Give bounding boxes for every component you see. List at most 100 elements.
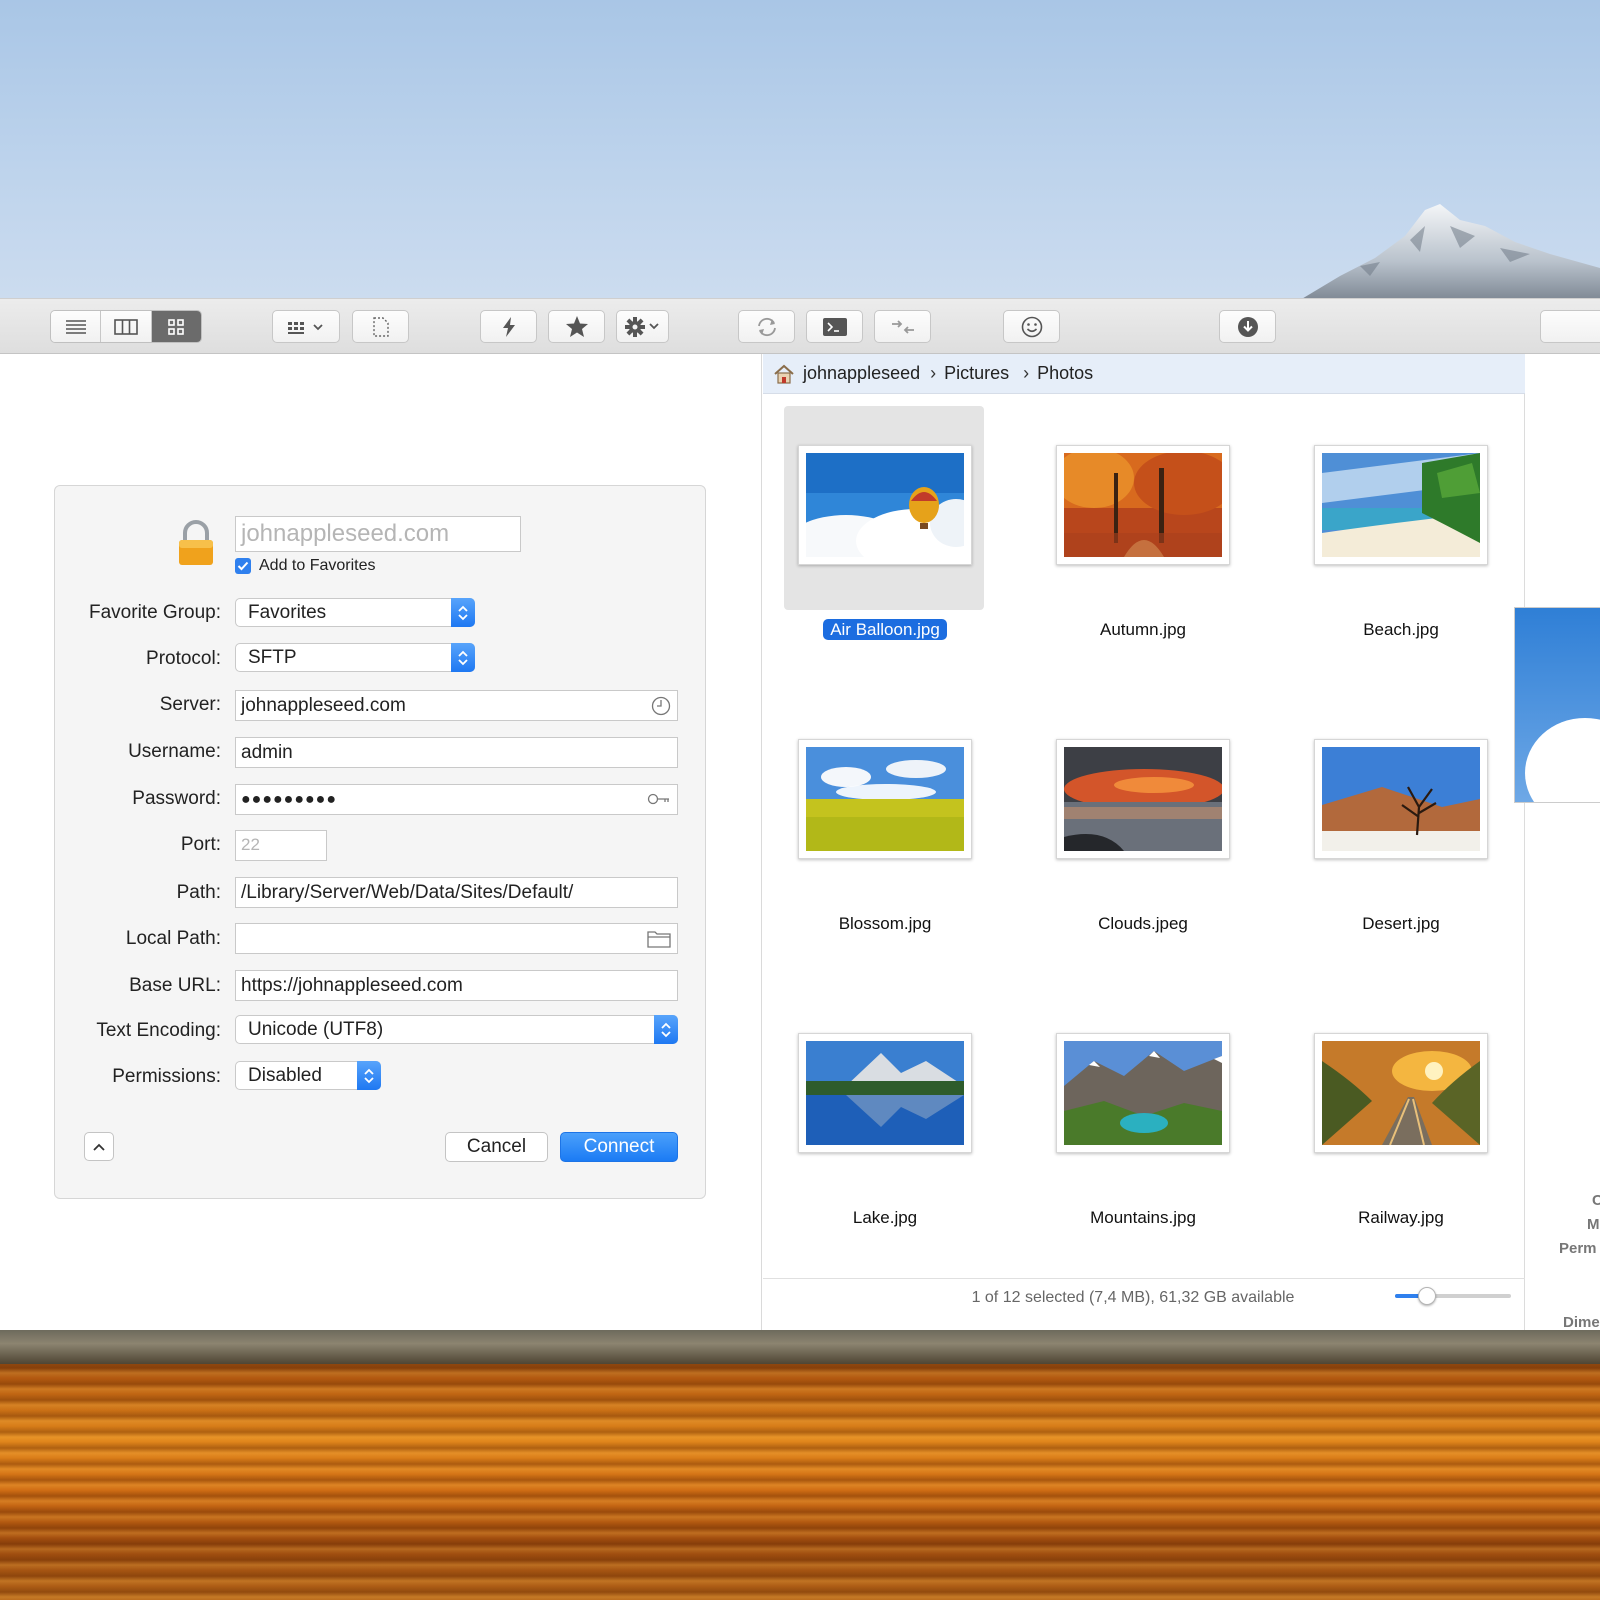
- popup-stepper-icon: [654, 1015, 678, 1044]
- terminal-button[interactable]: [806, 310, 863, 343]
- base-url-label: Base URL:: [129, 975, 221, 996]
- file-item-desert[interactable]: [1300, 700, 1500, 860]
- cancel-button[interactable]: Cancel: [445, 1132, 548, 1162]
- server-field[interactable]: johnappleseed.com: [235, 690, 678, 721]
- breadcrumb-item-photos[interactable]: Photos: [1037, 363, 1093, 384]
- refresh-button[interactable]: [738, 310, 795, 343]
- breadcrumb-item-pictures[interactable]: Pictures: [944, 363, 1009, 384]
- status-bar: 1 of 12 selected (7,4 MB), 61,32 GB avai…: [763, 1278, 1525, 1330]
- zoom-slider-knob[interactable]: [1418, 1287, 1437, 1305]
- popup-stepper-icon: [451, 598, 475, 627]
- protocol-popup[interactable]: SFTP: [235, 643, 475, 672]
- checkbox-checked-icon: [235, 558, 251, 574]
- grid-arrange-icon: [288, 321, 323, 334]
- document-icon: [372, 316, 389, 337]
- favorite-group-popup[interactable]: Favorites: [235, 598, 475, 627]
- key-icon[interactable]: [647, 791, 671, 807]
- new-file-button[interactable]: [352, 310, 409, 343]
- icon-view-icon: [168, 318, 185, 335]
- toolbar-search-field[interactable]: [1540, 310, 1600, 343]
- path-field[interactable]: /Library/Server/Web/Data/Sites/Default/: [235, 877, 678, 908]
- permissions-value: Disabled: [248, 1065, 322, 1086]
- thumbnail: [798, 1033, 972, 1153]
- inspector-label: Dime: [1563, 1314, 1600, 1331]
- permissions-label: Permissions:: [112, 1066, 221, 1087]
- zoom-slider[interactable]: [1395, 1287, 1511, 1305]
- inspector-label: M: [1587, 1216, 1600, 1233]
- icon-view-button[interactable]: [151, 311, 201, 342]
- download-icon: [1237, 316, 1258, 337]
- smiley-icon: [1021, 316, 1042, 337]
- file-item-mountains[interactable]: [1042, 994, 1242, 1154]
- file-name[interactable]: Beach.jpg: [1281, 620, 1521, 640]
- list-view-button[interactable]: [51, 311, 102, 342]
- arrange-menu-button[interactable]: [272, 310, 340, 343]
- add-to-favorites-checkbox[interactable]: Add to Favorites: [235, 557, 376, 575]
- column-view-icon: [114, 318, 138, 335]
- text-encoding-value: Unicode (UTF8): [248, 1019, 384, 1040]
- breadcrumb-item-home[interactable]: johnappleseed: [803, 363, 920, 384]
- inspector-label: Perm: [1559, 1240, 1597, 1257]
- server-label: Server:: [159, 694, 221, 715]
- text-encoding-label: Text Encoding:: [96, 1020, 221, 1041]
- password-value: ●●●●●●●●●: [241, 791, 337, 808]
- popup-stepper-icon: [451, 643, 475, 672]
- action-menu-button[interactable]: [616, 310, 669, 343]
- inspector-pane: C M Perm Dime: [1514, 354, 1600, 1331]
- file-item-lake[interactable]: [784, 994, 984, 1154]
- username-field[interactable]: admin: [235, 737, 678, 768]
- local-path-label: Local Path:: [125, 928, 221, 949]
- file-name[interactable]: Autumn.jpg: [1023, 620, 1263, 640]
- local-path-field[interactable]: [235, 923, 678, 954]
- folder-icon[interactable]: [647, 929, 671, 948]
- file-name[interactable]: Lake.jpg: [765, 1208, 1005, 1228]
- downloads-button[interactable]: [1219, 310, 1276, 343]
- file-item-railway[interactable]: [1300, 994, 1500, 1154]
- protocol-label: Protocol:: [146, 648, 221, 669]
- file-name[interactable]: Desert.jpg: [1281, 914, 1521, 934]
- star-icon: [565, 316, 588, 337]
- thumbnail: [1056, 739, 1230, 859]
- sync-button[interactable]: [874, 310, 931, 343]
- transfer-arrows-icon: [891, 319, 914, 334]
- file-name[interactable]: Railway.jpg: [1281, 1208, 1521, 1228]
- file-name[interactable]: Mountains.jpg: [1023, 1208, 1263, 1228]
- permissions-popup[interactable]: Disabled: [235, 1061, 381, 1090]
- add-to-favorites-label: Add to Favorites: [259, 557, 376, 574]
- popup-stepper-icon: [357, 1061, 381, 1090]
- thumbnail: [1314, 445, 1488, 565]
- file-item-air-balloon[interactable]: [784, 406, 984, 610]
- text-encoding-popup[interactable]: Unicode (UTF8): [235, 1015, 678, 1044]
- lightning-icon: [502, 316, 515, 337]
- favorite-group-value: Favorites: [248, 602, 327, 623]
- home-icon[interactable]: [773, 364, 795, 384]
- base-url-field[interactable]: https://johnappleseed.com: [235, 970, 678, 1001]
- toolbar: [0, 298, 1600, 354]
- file-name[interactable]: Air Balloon.jpg: [765, 619, 1005, 640]
- favorite-group-label: Favorite Group:: [89, 602, 221, 623]
- protocol-value: SFTP: [248, 647, 297, 668]
- collapse-options-button[interactable]: [84, 1132, 114, 1161]
- file-item-autumn[interactable]: [1042, 406, 1242, 566]
- preview-image: [1514, 607, 1600, 803]
- file-item-blossom[interactable]: [784, 700, 984, 860]
- port-field[interactable]: 22: [235, 830, 327, 861]
- view-mode-control[interactable]: [50, 310, 202, 343]
- file-browser-pane: johnappleseed › Pictures › Photos Air Ba…: [763, 354, 1525, 1330]
- connect-button[interactable]: Connect: [560, 1132, 678, 1162]
- chevron-up-icon: [93, 1143, 105, 1151]
- favorite-name-field[interactable]: johnappleseed.com: [235, 516, 521, 552]
- refresh-icon: [757, 317, 776, 336]
- feedback-button[interactable]: [1003, 310, 1060, 343]
- file-item-beach[interactable]: [1300, 406, 1500, 566]
- file-name[interactable]: Clouds.jpeg: [1023, 914, 1263, 934]
- thumbnail: [798, 739, 972, 859]
- file-name[interactable]: Blossom.jpg: [765, 914, 1005, 934]
- file-item-clouds[interactable]: [1042, 700, 1242, 860]
- status-text: 1 of 12 selected (7,4 MB), 61,32 GB avai…: [971, 1289, 1295, 1306]
- history-clock-icon[interactable]: [651, 696, 671, 716]
- quick-connect-button[interactable]: [480, 310, 537, 343]
- favorites-button[interactable]: [548, 310, 605, 343]
- column-view-button[interactable]: [101, 311, 152, 342]
- password-field[interactable]: ●●●●●●●●●: [235, 784, 678, 815]
